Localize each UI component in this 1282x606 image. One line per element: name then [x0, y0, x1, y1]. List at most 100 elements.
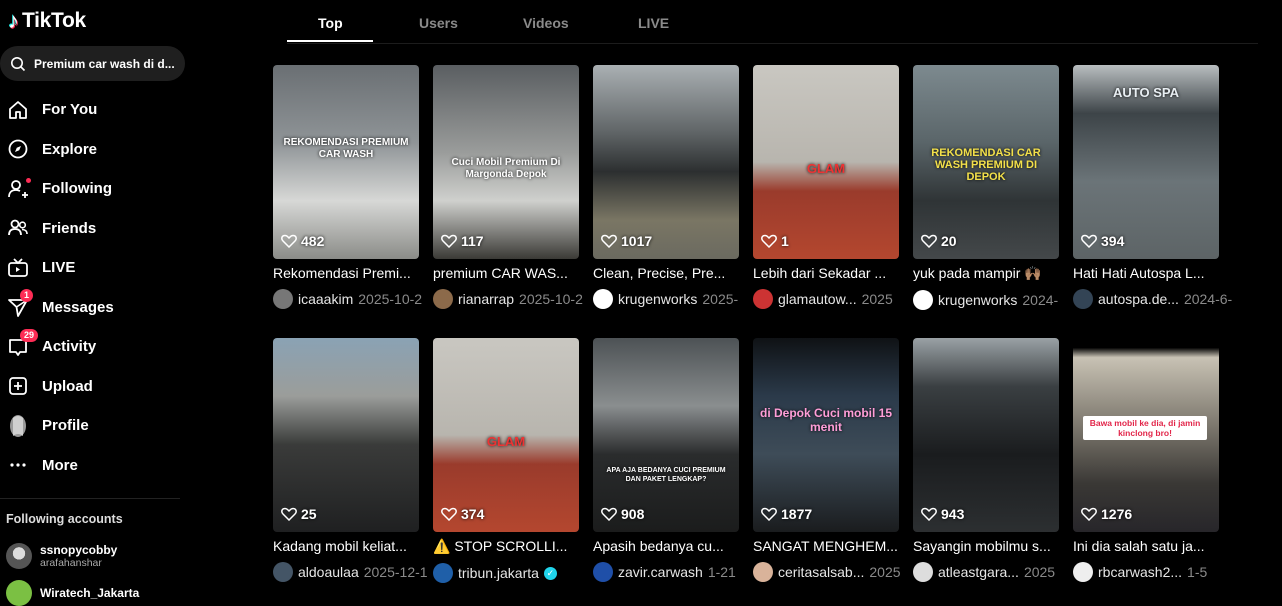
video-thumbnail[interactable]: 1017 [593, 65, 739, 259]
heart-icon [601, 507, 617, 521]
video-title[interactable]: SANGAT MENGHEM... [753, 538, 899, 554]
like-count: 482 [281, 233, 324, 249]
home-icon [6, 98, 30, 122]
username[interactable]: ceritasalsab... [778, 564, 864, 580]
avatar[interactable] [913, 290, 933, 310]
tab-videos[interactable]: Videos [523, 15, 569, 31]
username[interactable]: rbcarwash2... [1098, 564, 1182, 580]
username[interactable]: icaaakim [298, 291, 353, 307]
video-thumbnail[interactable]: REKOMENDASI CAR WASH PREMIUM DI DEPOK 20 [913, 65, 1059, 259]
paper-plane-icon: 1 [6, 289, 34, 319]
search-input[interactable]: Premium car wash di d... [0, 46, 185, 81]
video-thumbnail[interactable]: Cuci Mobil Premium Di Margonda Depok 117 [433, 65, 579, 259]
like-count: 374 [441, 506, 484, 522]
video-card[interactable]: Bawa mobil ke dia, di jamin kinclong bro… [1073, 338, 1219, 582]
nav-for-you[interactable]: For You [0, 90, 200, 130]
video-title[interactable]: Ini dia salah satu ja... [1073, 538, 1219, 554]
username[interactable]: glamautow... [778, 291, 857, 307]
video-meta: autospa.de... 2024-6-10 [1073, 289, 1233, 309]
tab-users[interactable]: Users [419, 15, 458, 31]
nav-label: Activity [42, 338, 97, 356]
heart-icon [281, 507, 297, 521]
tab-live[interactable]: LIVE [638, 15, 669, 31]
avatar[interactable] [433, 563, 453, 583]
video-card[interactable]: di Depok Cuci mobil 15 menit 1877 SANGAT… [753, 338, 901, 582]
nav-label: Friends [42, 219, 97, 237]
nav-live[interactable]: LIVE [0, 248, 200, 288]
video-card[interactable]: GLAM 374 ⚠️ STOP SCROLLI... tribun.jakar… [433, 338, 579, 583]
video-thumbnail[interactable]: APA AJA BEDANYA CUCI PREMIUM DAN PAKET L… [593, 338, 739, 532]
video-card[interactable]: REKOMENDASI CAR WASH PREMIUM DI DEPOK 20… [913, 65, 1059, 310]
video-card[interactable]: AUTO SPA 394 Hati Hati Autospa L... auto… [1073, 65, 1233, 309]
video-card[interactable]: 25 Kadang mobil keliat... aldoaulaa 2025… [273, 338, 428, 582]
live-tv-icon [6, 256, 30, 280]
video-card[interactable]: 943 Sayangin mobilmu s... atleastgara...… [913, 338, 1059, 582]
video-thumbnail[interactable]: 943 [913, 338, 1059, 532]
video-thumbnail[interactable]: Bawa mobil ke dia, di jamin kinclong bro… [1073, 338, 1219, 532]
search-icon[interactable] [10, 56, 26, 72]
video-card[interactable]: APA AJA BEDANYA CUCI PREMIUM DAN PAKET L… [593, 338, 739, 582]
nav-more[interactable]: More [0, 446, 200, 486]
account-handle: arafahanshar [40, 557, 102, 569]
video-title[interactable]: Apasih bedanya cu... [593, 538, 739, 554]
video-title[interactable]: Kadang mobil keliat... [273, 538, 419, 554]
nav-label: Messages [42, 298, 114, 316]
username[interactable]: autospa.de... [1098, 291, 1179, 307]
following-account[interactable]: ssnopycobby arafahanshar [6, 543, 117, 569]
video-title[interactable]: ⚠️ STOP SCROLLI... [433, 538, 579, 555]
username[interactable]: zavir.carwash [618, 564, 703, 580]
thumbnail-caption: Bawa mobil ke dia, di jamin kinclong bro… [1083, 416, 1207, 440]
avatar[interactable] [753, 289, 773, 309]
username[interactable]: tribun.jakarta [458, 565, 539, 581]
nav-explore[interactable]: Explore [0, 130, 200, 170]
avatar[interactable] [433, 289, 453, 309]
video-thumbnail[interactable]: GLAM 1 [753, 65, 899, 259]
video-title[interactable]: Hati Hati Autospa L... [1073, 265, 1219, 281]
avatar[interactable] [593, 562, 613, 582]
nav-messages[interactable]: 1 Messages [0, 288, 200, 328]
video-meta: ceritasalsab... 2025 [753, 562, 913, 582]
video-thumbnail[interactable]: AUTO SPA 394 [1073, 65, 1219, 259]
nav-upload[interactable]: Upload [0, 367, 200, 407]
video-title[interactable]: Rekomendasi Premi... [273, 265, 419, 281]
nav-friends[interactable]: Friends [0, 209, 200, 249]
avatar[interactable] [593, 289, 613, 309]
tiktok-logo[interactable]: ♪ TikTok [8, 8, 86, 34]
avatar[interactable] [1073, 289, 1093, 309]
video-card[interactable]: 1017 Clean, Precise, Pre... krugenworks … [593, 65, 739, 309]
video-thumbnail[interactable]: 25 [273, 338, 419, 532]
username[interactable]: aldoaulaa [298, 564, 359, 580]
video-thumbnail[interactable]: GLAM 374 [433, 338, 579, 532]
like-count-text: 25 [301, 506, 317, 522]
avatar[interactable] [913, 562, 933, 582]
video-meta: rbcarwash2... 1-5 [1073, 562, 1233, 582]
video-card[interactable]: GLAM 1 Lebih dari Sekadar ... glamautow.… [753, 65, 899, 309]
tiktok-note-icon: ♪ [8, 8, 19, 33]
nav-activity[interactable]: 29 Activity [0, 327, 200, 367]
post-date: 1-21 [707, 564, 736, 580]
avatar[interactable] [1073, 562, 1093, 582]
avatar[interactable] [273, 289, 293, 309]
video-title[interactable]: Clean, Precise, Pre... [593, 265, 739, 281]
video-title[interactable]: premium CAR WAS... [433, 265, 579, 281]
avatar[interactable] [753, 562, 773, 582]
video-thumbnail[interactable]: REKOMENDASI PREMIUM CAR WASH 482 [273, 65, 419, 259]
nav-following[interactable]: Following [0, 169, 200, 209]
activity-badge: 29 [20, 328, 39, 342]
heart-icon [1081, 234, 1097, 248]
nav-profile[interactable]: Profile [0, 406, 200, 446]
video-title[interactable]: Sayangin mobilmu s... [913, 538, 1059, 554]
following-account[interactable]: Wiratech_Jakarta [6, 580, 139, 606]
video-card[interactable]: REKOMENDASI PREMIUM CAR WASH 482 Rekomen… [273, 65, 422, 309]
video-thumbnail[interactable]: di Depok Cuci mobil 15 menit 1877 [753, 338, 899, 532]
username[interactable]: krugenworks [618, 291, 697, 307]
avatar[interactable] [273, 562, 293, 582]
video-card[interactable]: Cuci Mobil Premium Di Margonda Depok 117… [433, 65, 583, 309]
video-title[interactable]: Lebih dari Sekadar ... [753, 265, 899, 281]
video-title[interactable]: yuk pada mampir 🙌🏽 [913, 265, 1059, 282]
like-count-text: 20 [941, 233, 957, 249]
username[interactable]: krugenworks [938, 292, 1017, 308]
tab-top[interactable]: Top [318, 15, 343, 31]
username[interactable]: atleastgara... [938, 564, 1019, 580]
username[interactable]: rianarrap [458, 291, 514, 307]
